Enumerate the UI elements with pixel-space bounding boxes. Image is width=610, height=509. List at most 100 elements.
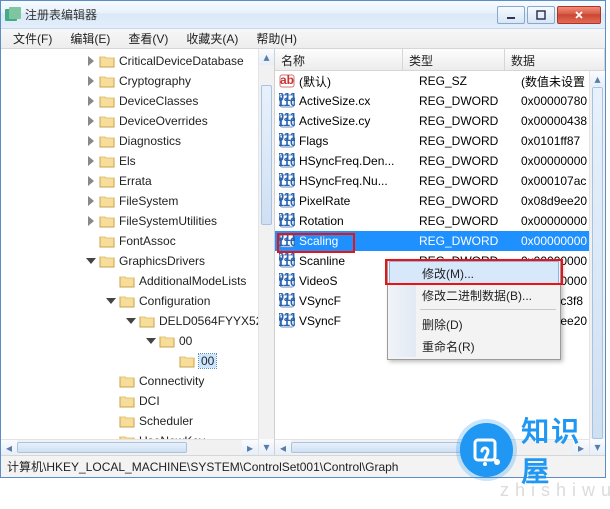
ctx-rename[interactable]: 重命名(R) <box>390 335 558 357</box>
tree-item[interactable]: FontAssoc <box>1 231 274 251</box>
folder-icon <box>119 294 135 308</box>
tree-item-label: DCI <box>139 394 160 408</box>
list-row[interactable]: ActiveSize.cyREG_DWORD0x00000438 <box>275 111 605 131</box>
maximize-button[interactable] <box>527 6 555 24</box>
app-icon <box>5 7 21 23</box>
tree-item[interactable]: FileSystem <box>1 191 274 211</box>
tree-item[interactable]: FileSystemUtilities <box>1 211 274 231</box>
tree-item[interactable]: DELD0564FYYX52 <box>1 311 274 331</box>
tree-item-label: FileSystem <box>119 194 178 208</box>
tree-item[interactable]: 00 <box>1 331 274 351</box>
list-row[interactable]: HSyncFreq.Nu...REG_DWORD0x000107ac <box>275 171 605 191</box>
tree-hscroll-thumb[interactable] <box>17 442 187 453</box>
tree-item[interactable]: DCI <box>1 391 274 411</box>
list-hscroll-thumb[interactable] <box>291 442 461 453</box>
tree-item-label: FontAssoc <box>119 234 176 248</box>
tree-item[interactable]: Errata <box>1 171 274 191</box>
value-type: REG_DWORD <box>419 134 521 148</box>
tree-scroll-thumb[interactable] <box>261 85 272 225</box>
reg-binary-icon <box>279 153 295 169</box>
folder-icon <box>99 174 115 188</box>
scroll-left-icon[interactable]: ◂ <box>275 440 291 455</box>
tree-item[interactable]: CriticalDeviceDatabase <box>1 51 274 71</box>
list-row[interactable]: FlagsREG_DWORD0x0101ff87 <box>275 131 605 151</box>
value-name: ActiveSize.cy <box>299 114 419 128</box>
list-row[interactable]: HSyncFreq.Den...REG_DWORD0x00000000 <box>275 151 605 171</box>
list-row[interactable]: (默认)REG_SZ(数值未设置 <box>275 71 605 91</box>
menu-help[interactable]: 帮助(H) <box>248 28 305 49</box>
expander-down-icon[interactable] <box>85 255 97 267</box>
menu-favorites[interactable]: 收藏夹(A) <box>178 28 246 49</box>
tree-item[interactable]: Diagnostics <box>1 131 274 151</box>
expander-right-icon[interactable] <box>85 75 97 87</box>
expander-right-icon[interactable] <box>85 175 97 187</box>
tree-hscrollbar[interactable]: ◂ ▸ <box>1 439 258 455</box>
tree-item[interactable]: Els <box>1 151 274 171</box>
folder-icon <box>119 274 135 288</box>
menu-edit[interactable]: 编辑(E) <box>62 28 118 49</box>
expander-right-icon[interactable] <box>85 215 97 227</box>
tree-item-label: 00 <box>199 354 216 368</box>
folder-icon <box>99 54 115 68</box>
expander-right-icon[interactable] <box>85 155 97 167</box>
tree-item[interactable]: DeviceClasses <box>1 91 274 111</box>
tree-item-label: Els <box>119 154 136 168</box>
expander-down-icon[interactable] <box>125 315 137 327</box>
tree-item[interactable]: Configuration <box>1 291 274 311</box>
expander-right-icon[interactable] <box>85 95 97 107</box>
scroll-up-icon[interactable]: ▴ <box>259 49 274 65</box>
expander-right-icon[interactable] <box>85 55 97 67</box>
tree-vscrollbar[interactable]: ▴ ▾ <box>258 49 274 455</box>
expander-right-icon[interactable] <box>85 135 97 147</box>
tree-item[interactable]: Cryptography <box>1 71 274 91</box>
tree-item[interactable]: AdditionalModeLists <box>1 271 274 291</box>
tree-item[interactable]: Connectivity <box>1 371 274 391</box>
ctx-delete[interactable]: 删除(D) <box>390 313 558 335</box>
scroll-right-icon[interactable]: ▸ <box>242 440 258 455</box>
scroll-left-icon[interactable]: ◂ <box>1 440 17 455</box>
reg-binary-icon <box>279 213 295 229</box>
scroll-down-icon[interactable]: ▾ <box>259 439 274 455</box>
value-name: PixelRate <box>299 194 419 208</box>
reg-binary-icon <box>279 313 295 329</box>
menu-file[interactable]: 文件(F) <box>5 28 60 49</box>
tree-item[interactable]: GraphicsDrivers <box>1 251 274 271</box>
list-row[interactable]: ActiveSize.cxREG_DWORD0x00000780 <box>275 91 605 111</box>
window-frame: 注册表编辑器 文件(F) 编辑(E) 查看(V) 收藏夹(A) 帮助(H) Cr… <box>0 0 606 478</box>
value-name: Rotation <box>299 214 419 228</box>
ctx-modify[interactable]: 修改(M)... <box>390 262 558 284</box>
value-type: REG_DWORD <box>419 154 521 168</box>
folder-icon <box>139 314 155 328</box>
list-scroll-thumb[interactable] <box>592 87 603 439</box>
tree-item[interactable]: 00 <box>1 351 274 371</box>
expander-right-icon[interactable] <box>85 115 97 127</box>
list-row[interactable]: ScalingREG_DWORD0x00000000 <box>275 231 605 251</box>
expander-down-icon[interactable] <box>105 295 117 307</box>
menubar: 文件(F) 编辑(E) 查看(V) 收藏夹(A) 帮助(H) <box>1 29 605 49</box>
titlebar[interactable]: 注册表编辑器 <box>1 1 605 29</box>
ctx-modify-binary[interactable]: 修改二进制数据(B)... <box>390 284 558 306</box>
tree-item[interactable]: Scheduler <box>1 411 274 431</box>
col-data[interactable]: 数据 <box>505 49 605 70</box>
list-vscrollbar[interactable]: ▴ ▾ <box>589 71 605 455</box>
menu-view[interactable]: 查看(V) <box>120 28 176 49</box>
expander-down-icon[interactable] <box>145 335 157 347</box>
ctx-separator <box>420 309 556 310</box>
col-type[interactable]: 类型 <box>403 49 505 70</box>
col-name[interactable]: 名称 <box>275 49 403 70</box>
expander-right-icon[interactable] <box>85 195 97 207</box>
list-row[interactable]: RotationREG_DWORD0x00000000 <box>275 211 605 231</box>
tree-pane[interactable]: CriticalDeviceDatabaseCryptographyDevice… <box>1 49 275 455</box>
folder-icon <box>99 134 115 148</box>
reg-string-icon <box>279 73 295 89</box>
tree-item-label: DeviceOverrides <box>119 114 208 128</box>
reg-binary-icon <box>279 293 295 309</box>
close-button[interactable] <box>557 6 601 24</box>
tree-item[interactable]: DeviceOverrides <box>1 111 274 131</box>
value-type: REG_DWORD <box>419 214 521 228</box>
list-row[interactable]: PixelRateREG_DWORD0x08d9ee20 <box>275 191 605 211</box>
minimize-button[interactable] <box>497 6 525 24</box>
values-pane[interactable]: 名称 类型 数据 (默认)REG_SZ(数值未设置ActiveSize.cxRE… <box>275 49 605 455</box>
folder-icon <box>119 394 135 408</box>
scroll-up-icon[interactable]: ▴ <box>590 71 605 87</box>
